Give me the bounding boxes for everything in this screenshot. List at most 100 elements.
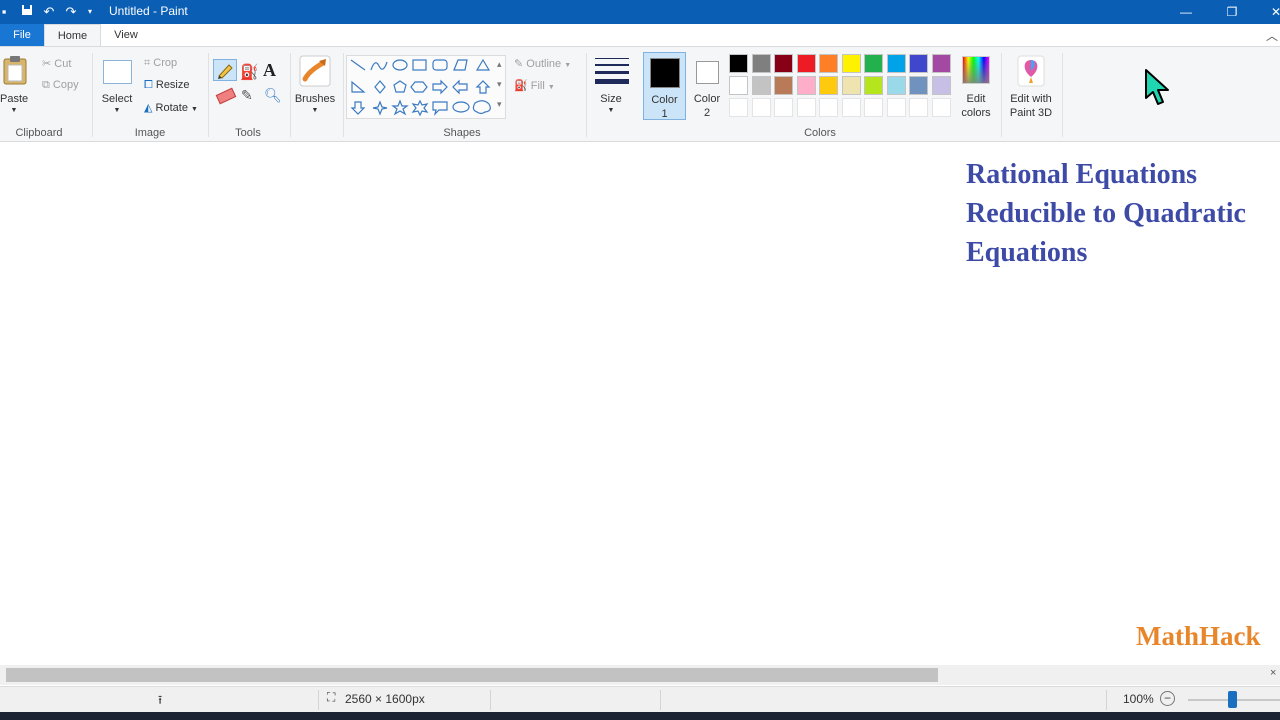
brushes-dropdown-icon[interactable]: ▼ [294, 107, 336, 114]
palette-custom-slot[interactable] [886, 98, 906, 117]
edit-colors-button[interactable]: Edit colors [956, 53, 996, 125]
app-icon: ▪ [1, 4, 7, 19]
palette-swatch[interactable] [819, 54, 838, 73]
ribbon-tabs: File Home View ︿ [0, 24, 1280, 47]
zoom-slider-thumb[interactable] [1228, 691, 1237, 708]
palette-swatch[interactable] [796, 76, 816, 95]
customize-toolbar-icon[interactable]: ▾ [82, 4, 98, 20]
taskbar [0, 712, 1280, 720]
copy-button[interactable]: ⧉ Copy [42, 79, 79, 92]
drawing-canvas[interactable]: Rational Equations Reducible to Quadrati… [0, 143, 1280, 665]
cut-button[interactable]: ✂ Cut [42, 57, 71, 70]
copy-icon: ⧉ [42, 79, 50, 91]
shapes-scroll-down-icon[interactable]: ▾ [497, 79, 502, 90]
eraser-tool[interactable] [215, 87, 237, 105]
divider [290, 53, 291, 137]
shapes-expand-icon[interactable]: ▾ [497, 99, 502, 110]
palette-swatch[interactable] [796, 54, 816, 73]
select-button[interactable]: Select ▼ [100, 53, 136, 125]
divider [343, 53, 344, 137]
crop-label: Crop [153, 57, 178, 69]
horizontal-scrollbar[interactable]: × [0, 665, 1280, 685]
tab-file[interactable]: File [0, 24, 44, 47]
redo-icon[interactable]: ↷ [63, 4, 79, 20]
palette-swatch[interactable] [751, 76, 771, 95]
canvas-heading: Rational Equations Reducible to Quadrati… [966, 155, 1246, 272]
tab-home[interactable]: Home [44, 24, 101, 47]
palette-swatch[interactable] [841, 76, 861, 95]
palette-swatch[interactable] [931, 76, 951, 95]
color-picker-tool[interactable]: ✎ [241, 87, 253, 104]
shapes-scroll-up-icon[interactable]: ▴ [497, 59, 502, 70]
palette-swatch[interactable] [751, 54, 771, 73]
edit-with-paint3d-button[interactable]: Edit with Paint 3D [1006, 53, 1056, 125]
save-icon[interactable] [19, 4, 35, 20]
fill-button[interactable]: ⛽ Fill ▼ [514, 79, 555, 92]
rotate-button[interactable]: ◭ Rotate ▼ [144, 101, 198, 114]
palette-swatch[interactable] [864, 54, 883, 73]
heading-line: Rational Equations [966, 159, 1198, 190]
paste-button[interactable]: Paste ▼ [0, 53, 30, 125]
text-tool[interactable]: A [263, 60, 276, 81]
palette-swatch[interactable] [909, 76, 928, 95]
color2-button[interactable]: Color 2 [688, 52, 728, 120]
palette-swatch[interactable] [774, 54, 793, 73]
magnifier-icon: 🔍︎ [264, 87, 282, 103]
zoom-out-button[interactable]: − [1160, 691, 1175, 706]
palette-swatch[interactable] [886, 76, 906, 95]
palette-swatch[interactable] [909, 54, 928, 73]
color-palette [729, 54, 955, 120]
size-dropdown-icon[interactable]: ▼ [592, 107, 630, 114]
palette-swatch[interactable] [931, 54, 951, 73]
scrollbar-thumb[interactable] [6, 668, 938, 682]
pencil-icon [218, 64, 233, 79]
palette-custom-slot[interactable] [909, 98, 928, 117]
palette-swatch[interactable] [819, 76, 838, 95]
palette-swatch[interactable] [729, 54, 748, 73]
canvas-size-icon: ⛶ [327, 690, 336, 704]
restore-icon[interactable]: ❐ [1212, 0, 1252, 24]
rotate-dropdown-icon: ▼ [191, 106, 198, 113]
crop-button[interactable]: ⌗ Crop [144, 57, 177, 70]
palette-swatch[interactable] [729, 76, 748, 95]
size-label: Size [600, 93, 622, 105]
palette-custom-slot[interactable] [864, 98, 883, 117]
tab-view[interactable]: View [101, 24, 151, 47]
select-dropdown-icon[interactable]: ▼ [100, 107, 134, 114]
palette-custom-slot[interactable] [931, 98, 951, 117]
outline-button[interactable]: ✎ Outline ▼ [514, 57, 571, 70]
collapse-ribbon-icon[interactable]: ︿ [1266, 27, 1278, 44]
scroll-right-icon[interactable]: × [1270, 667, 1276, 679]
resize-button[interactable]: ⧠ Resize [144, 79, 190, 92]
color2-swatch [696, 61, 719, 84]
palette-custom-slot[interactable] [729, 98, 748, 117]
palette-custom-slot[interactable] [796, 98, 816, 117]
palette-custom-slot[interactable] [751, 98, 771, 117]
minimize-icon[interactable]: — [1166, 0, 1206, 24]
paste-dropdown-icon[interactable]: ▼ [0, 107, 28, 114]
color1-label: Color [651, 94, 678, 106]
text-a-icon: A [263, 60, 276, 80]
palette-custom-slot[interactable] [774, 98, 793, 117]
palette-swatch[interactable] [886, 54, 906, 73]
shapes-gallery[interactable] [346, 55, 506, 119]
pencil-tool[interactable] [213, 59, 237, 81]
palette-custom-slot[interactable] [819, 98, 838, 117]
canvas-dimensions: 2560 × 1600px [345, 692, 425, 706]
brushes-label: Brushes [294, 93, 336, 105]
paint3d-label-2: Paint 3D [1009, 107, 1053, 119]
palette-swatch[interactable] [864, 76, 883, 95]
magnifier-tool[interactable]: 🔍︎ [264, 87, 282, 104]
fill-tool[interactable]: ⛽ [240, 63, 259, 81]
brushes-button[interactable]: Brushes ▼ [294, 53, 336, 125]
palette-custom-slot[interactable] [841, 98, 861, 117]
palette-swatch[interactable] [774, 76, 793, 95]
outline-label: Outline [526, 58, 562, 70]
scissors-icon: ✂ [42, 58, 52, 70]
palette-swatch[interactable] [841, 54, 861, 73]
close-icon[interactable]: ✕ [1256, 0, 1280, 24]
paste-label: Paste [0, 93, 29, 105]
size-button[interactable]: Size ▼ [592, 53, 630, 125]
undo-icon[interactable]: ↶ [41, 4, 57, 20]
color1-button[interactable]: Color 1 [643, 52, 686, 120]
